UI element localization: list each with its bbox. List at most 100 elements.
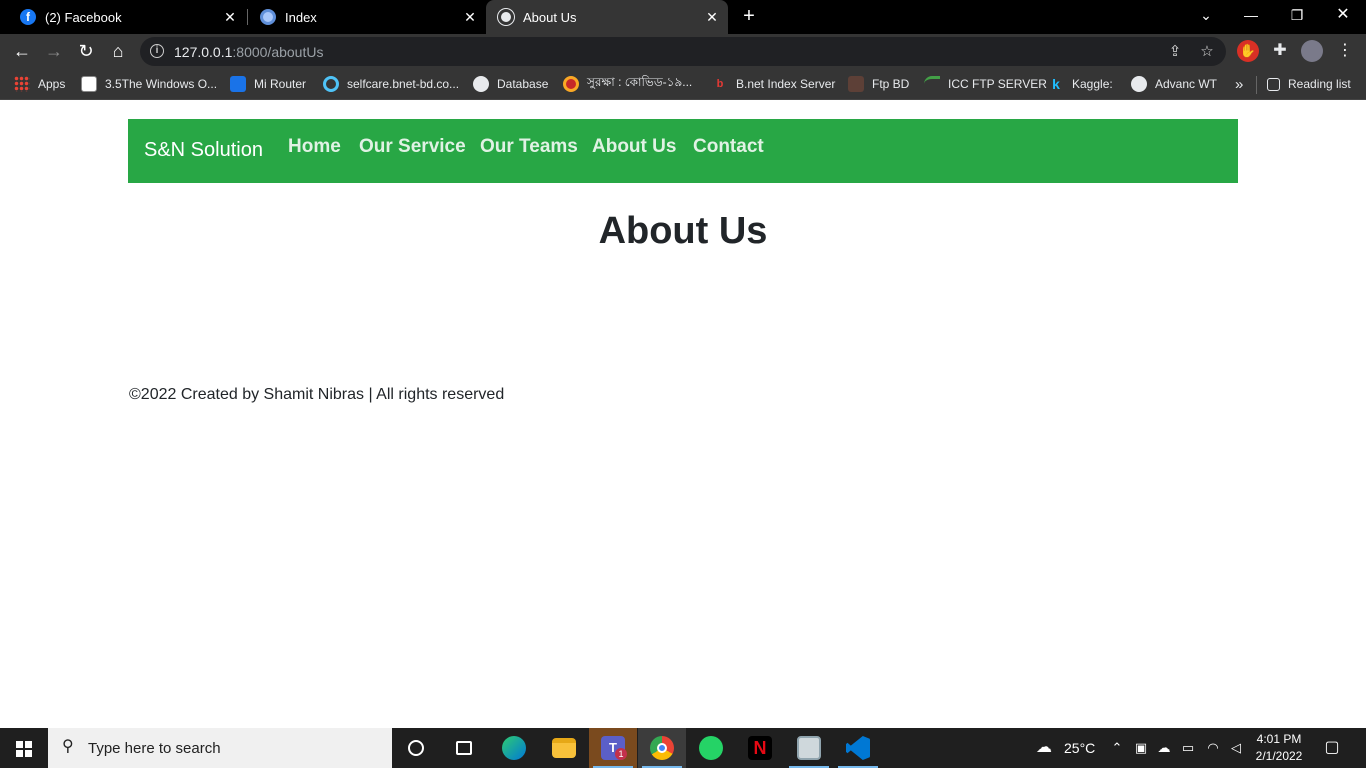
- close-icon[interactable]: ✕: [704, 9, 720, 25]
- share-icon[interactable]: ⇪: [1166, 43, 1184, 61]
- wifi-icon: [230, 76, 246, 92]
- bookmark-apps[interactable]: Apps: [14, 74, 65, 94]
- footer-text: ©2022 Created by Shamit Nibras | All rig…: [129, 386, 505, 403]
- site-info-icon[interactable]: i: [150, 44, 164, 58]
- bookmark-separator: [1256, 76, 1257, 94]
- cisco-icon: [81, 76, 97, 92]
- windows-start-icon[interactable]: [0, 728, 48, 768]
- icc-icon: [924, 76, 940, 92]
- netflix-icon[interactable]: N: [736, 728, 784, 768]
- nav-link-contact[interactable]: Contact: [693, 136, 764, 158]
- site-brand[interactable]: S&N Solution: [144, 139, 263, 162]
- taskbar-search-box[interactable]: ⚲ Type here to search: [48, 728, 392, 768]
- bookmark-label: Ftp BD: [872, 77, 910, 91]
- bookmark-label: ICC FTP SERVER: [948, 77, 1047, 91]
- bookmark-label: সুরক্ষা : কোভিড-১৯...: [587, 75, 693, 89]
- minimize-icon[interactable]: —: [1231, 0, 1271, 32]
- home-icon[interactable]: ⌂: [107, 40, 129, 62]
- tab-about-us[interactable]: About Us ✕: [486, 0, 728, 34]
- site-navbar: S&N Solution Home Our Service Our Teams …: [128, 119, 1238, 183]
- onedrive-icon[interactable]: ☁: [1156, 740, 1172, 756]
- vscode-icon[interactable]: [834, 728, 882, 768]
- url-text: 127.0.0.1:8000/aboutUs: [174, 44, 323, 60]
- reload-icon[interactable]: ↻: [75, 40, 97, 62]
- bookmark-ftp-bd[interactable]: Ftp BD: [848, 74, 909, 94]
- clock[interactable]: 4:01 PM 2/1/2022: [1250, 731, 1308, 765]
- reading-list-label: Reading list: [1288, 77, 1351, 91]
- chevron-up-icon[interactable]: ⌃: [1109, 740, 1125, 756]
- nav-link-our-teams[interactable]: Our Teams: [480, 136, 578, 158]
- whatsapp-icon[interactable]: [687, 728, 735, 768]
- page-title: About Us: [598, 210, 768, 252]
- remote-desktop-icon[interactable]: [785, 728, 833, 768]
- avatar[interactable]: [1301, 40, 1323, 62]
- notification-icon[interactable]: ▢: [1322, 738, 1342, 758]
- bookmark-mi-router[interactable]: Mi Router: [230, 74, 306, 94]
- bookmark-windows-os[interactable]: 3.5The Windows O...: [81, 74, 217, 94]
- volume-icon[interactable]: ◁: [1228, 740, 1244, 756]
- bookmark-label: B.net Index Server: [736, 77, 836, 91]
- apps-grid-icon: [14, 76, 30, 92]
- battery-icon[interactable]: ▭: [1180, 740, 1196, 756]
- bookmark-label: Advanc WT: [1155, 77, 1218, 91]
- reading-list-button[interactable]: Reading list: [1267, 74, 1351, 94]
- bookmark-label: Database: [497, 77, 549, 91]
- extensions-puzzle-icon[interactable]: ✚: [1269, 40, 1291, 62]
- bookmark-selfcare[interactable]: selfcare.bnet-bd.co...: [323, 74, 459, 94]
- ftp-icon: [848, 76, 864, 92]
- weather-temperature[interactable]: 25°C: [1064, 740, 1095, 756]
- bookmark-advanc-wt[interactable]: Advanc WT: [1131, 74, 1217, 94]
- wifi-icon[interactable]: ◠: [1205, 740, 1221, 756]
- nav-link-about-us[interactable]: About Us: [592, 136, 676, 158]
- bookmark-database[interactable]: Database: [473, 74, 548, 94]
- globe-icon: [498, 9, 514, 25]
- bookmarks-bar: Apps 3.5The Windows O... Mi Router selfc…: [0, 68, 1366, 100]
- bookmark-icc-ftp[interactable]: ICC FTP SERVER: [924, 74, 1047, 94]
- cortana-icon[interactable]: [392, 728, 440, 768]
- globe-icon: [260, 9, 276, 25]
- menu-icon[interactable]: ⋮: [1334, 40, 1356, 62]
- task-view-icon[interactable]: [440, 728, 488, 768]
- address-bar[interactable]: i 127.0.0.1:8000/aboutUs ⇪ ☆: [140, 37, 1226, 66]
- search-icon: ⚲: [62, 738, 74, 755]
- facebook-icon: f: [20, 9, 36, 25]
- tab-facebook[interactable]: f (2) Facebook ✕: [0, 0, 246, 34]
- globe-icon: [473, 76, 489, 92]
- weather-cloud-icon[interactable]: ☁: [1033, 740, 1055, 756]
- edge-icon[interactable]: [490, 728, 538, 768]
- bookmark-label: 3.5The Windows O...: [105, 77, 218, 91]
- tab-index[interactable]: Index ✕: [250, 0, 486, 34]
- close-icon[interactable]: ✕: [462, 9, 478, 25]
- bookmark-label: Mi Router: [254, 77, 307, 91]
- forward-icon[interactable]: →: [43, 40, 65, 62]
- new-tab-button[interactable]: +: [738, 5, 760, 27]
- bookmark-label: Apps: [38, 77, 66, 91]
- url-host: 127.0.0.1: [174, 44, 233, 60]
- file-explorer-icon[interactable]: [540, 728, 588, 768]
- bookmark-label: Kaggle:: [1072, 77, 1113, 91]
- back-icon[interactable]: ←: [11, 40, 33, 62]
- bookmark-covid[interactable]: সুরক্ষা : কোভিড-১৯...: [563, 74, 692, 94]
- bookmark-star-icon[interactable]: ☆: [1198, 43, 1216, 61]
- bookmark-kaggle[interactable]: k Kaggle:: [1048, 74, 1113, 94]
- page-content: S&N Solution Home Our Service Our Teams …: [0, 101, 1366, 728]
- chrome-icon[interactable]: [638, 728, 686, 768]
- restore-icon[interactable]: ❐: [1277, 0, 1317, 32]
- reading-list-icon: [1267, 77, 1280, 91]
- tab-search-icon[interactable]: ⌄: [1186, 0, 1226, 32]
- tab-separator: [247, 9, 248, 25]
- nav-link-home[interactable]: Home: [288, 136, 341, 158]
- extension-stop-icon[interactable]: ✋: [1237, 40, 1259, 62]
- meet-now-icon[interactable]: ▣: [1133, 740, 1149, 756]
- teams-badge: 1: [615, 748, 627, 760]
- bookmark-bnet-index[interactable]: b B.net Index Server: [712, 74, 836, 94]
- more-bookmarks-button[interactable]: »: [1235, 74, 1243, 94]
- clock-time: 4:01 PM: [1256, 732, 1302, 746]
- nav-link-our-service[interactable]: Our Service: [359, 136, 466, 158]
- teams-icon[interactable]: T1: [589, 728, 637, 768]
- windows-taskbar: ⚲ Type here to search T1 N ☁ 25°C ⌃ ▣ ☁ …: [0, 728, 1366, 768]
- close-window-icon[interactable]: ✕: [1323, 0, 1363, 32]
- browser-tab-strip: f (2) Facebook ✕ Index ✕ About Us ✕ + ⌄ …: [0, 0, 1366, 34]
- close-icon[interactable]: ✕: [222, 9, 238, 25]
- clock-date: 2/1/2022: [1255, 749, 1303, 763]
